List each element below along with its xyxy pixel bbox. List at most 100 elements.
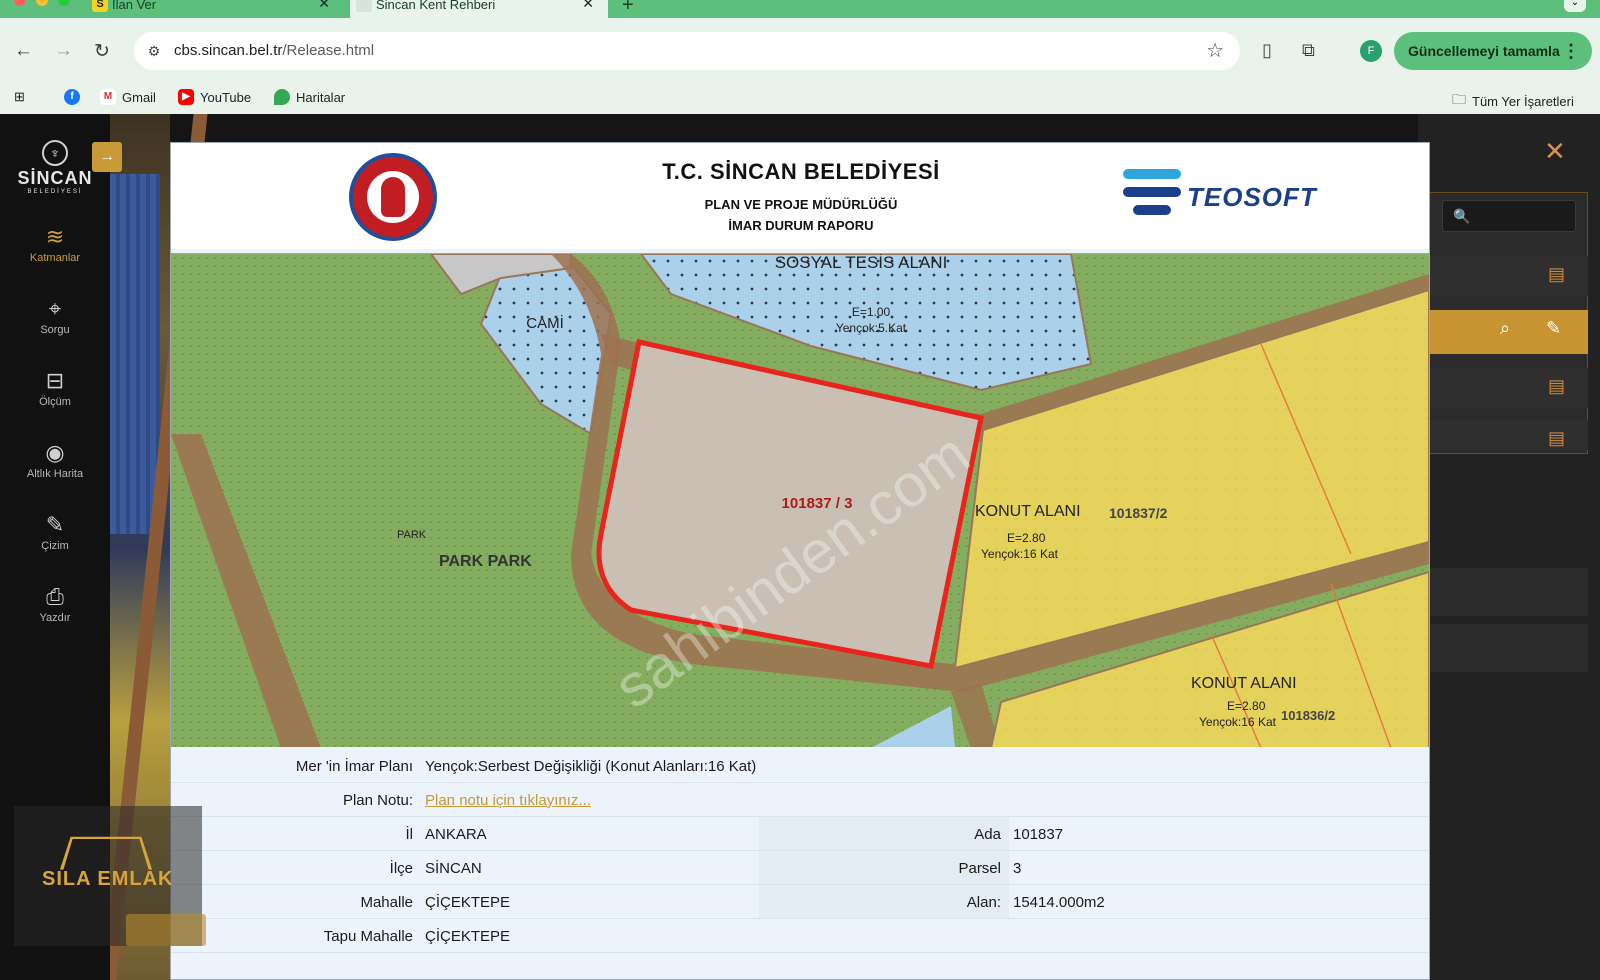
close-tab-icon[interactable]: ✕ xyxy=(318,0,330,10)
close-tab-icon[interactable]: ✕ xyxy=(582,0,594,10)
cell-divider xyxy=(759,817,1009,850)
address-bar[interactable]: ⚙ cbs.sincan.bel.tr/Release.html ☆ xyxy=(134,32,1240,70)
layer-search-input[interactable]: 🔍 xyxy=(1442,200,1576,232)
bookmark-youtube[interactable]: ▶ YouTube xyxy=(178,89,251,105)
info-key: Mer 'in İmar Planı xyxy=(295,758,413,775)
tab-sincan-kent-rehberi[interactable]: Sincan Kent Rehberi ✕ xyxy=(350,0,608,18)
table-row: Mer 'in İmar Planı Yençok:Serbest Değişi… xyxy=(171,749,1429,783)
map-label-konut2-h: Yençok:16 Kat xyxy=(1199,715,1277,729)
globe-favicon-icon xyxy=(356,0,372,12)
zoom-search-icon[interactable]: ⌕ xyxy=(1500,318,1510,339)
tab-search-chevron-icon[interactable]: ⌄ xyxy=(1564,0,1586,12)
map-label-konut1-e: E=2.80 xyxy=(1007,531,1046,545)
layer-table-icon[interactable]: ▤ xyxy=(1548,376,1565,397)
browser-toolbar: ← → ↻ ⚙ cbs.sincan.bel.tr/Release.html ☆… xyxy=(0,18,1600,114)
bookmark-star-icon[interactable]: ☆ xyxy=(1206,38,1224,63)
update-button[interactable]: Güncellemeyi tamamla ⋮ xyxy=(1394,32,1592,70)
seal-inner xyxy=(367,171,419,223)
panel-block xyxy=(1418,624,1588,672)
map-label-social-h: Yençok:5.Kat xyxy=(836,321,907,335)
hidden-action-button[interactable] xyxy=(126,914,206,946)
back-arrow-icon[interactable]: ← xyxy=(14,40,33,62)
tab-bar: S İlan Ver ✕ Sincan Kent Rehberi ✕ + ⌄ xyxy=(0,0,1600,18)
map-area-blue xyxy=(110,174,160,534)
bookmark-facebook[interactable]: f xyxy=(64,89,80,105)
parcel-info-table: Mer 'in İmar Planı Yençok:Serbest Değişi… xyxy=(171,749,1429,953)
maps-pin-icon xyxy=(274,89,290,105)
zoom-window-button[interactable] xyxy=(58,0,70,6)
report-title-block: T.C. SİNCAN BELEDİYESİ PLAN VE PROJE MÜD… xyxy=(641,159,961,233)
sidebar-item-altlik-harita[interactable]: ◉ Altlık Harita xyxy=(14,438,96,480)
apps-grid-icon[interactable]: ⊞ xyxy=(14,89,25,105)
bookmark-label: Gmail xyxy=(122,89,156,105)
expand-arrow-button[interactable]: → xyxy=(92,142,122,172)
info-value: ÇİÇEKTEPE xyxy=(425,894,511,911)
close-window-button[interactable] xyxy=(14,0,26,6)
tab-label: Sincan Kent Rehberi xyxy=(376,0,496,12)
extensions-puzzle-icon[interactable]: ⧉ xyxy=(1302,40,1315,61)
close-icon[interactable]: ✕ xyxy=(1544,136,1566,167)
table-row: Tapu Mahalle ÇİÇEKTEPE xyxy=(171,919,1429,953)
info-value: 3 xyxy=(1013,860,1022,877)
table-row: İl ANKARA Ada 101837 xyxy=(171,817,1429,851)
sidebar-item-sorgu[interactable]: ⌖ Sorgu xyxy=(14,294,96,336)
info-key: Alan: xyxy=(966,894,1001,911)
info-value: Yençok:Serbest Değişikliği (Konut Alanla… xyxy=(425,758,757,775)
house-roof-icon xyxy=(59,836,153,870)
map-pin-icon: ⌖ xyxy=(48,296,62,321)
teosoft-wordmark: TEOSOFT xyxy=(1187,181,1317,212)
sidebar-item-cizim[interactable]: ✎ Çizim xyxy=(14,510,96,552)
update-label: Güncellemeyi tamamla xyxy=(1408,43,1560,59)
tab-ilan-ver[interactable]: S İlan Ver ✕ xyxy=(86,0,344,18)
plan-note-link[interactable]: Plan notu için tıklayınız... xyxy=(425,792,591,809)
profile-avatar[interactable]: F xyxy=(1360,40,1382,62)
table-row: Plan Notu: Plan notu için tıklayınız... xyxy=(171,783,1429,817)
map-label-konut1-h: Yençok:16 Kat xyxy=(981,547,1059,561)
all-bookmarks-label: Tüm Yer İşaretleri xyxy=(1472,93,1574,109)
all-bookmarks-folder[interactable]: 🗀 Tüm Yer İşaretleri xyxy=(1452,89,1574,113)
pencil-icon: ✎ xyxy=(45,512,65,537)
info-key: İlçe xyxy=(389,860,413,877)
info-key: Plan Notu: xyxy=(342,792,413,809)
info-value: SİNCAN xyxy=(425,860,482,877)
sidebar-item-olcum[interactable]: ⊟ Ölçüm xyxy=(14,366,96,408)
map-label-park: PARK PARK xyxy=(439,553,532,570)
bookmark-label: YouTube xyxy=(200,89,252,105)
printer-icon: ⎙ xyxy=(46,584,64,609)
layers-icon: ≋ xyxy=(45,224,65,249)
imar-durum-report: T.C. SİNCAN BELEDİYESİ PLAN VE PROJE MÜD… xyxy=(170,142,1430,980)
new-tab-plus-icon[interactable]: + xyxy=(622,0,634,17)
layer-table-icon[interactable]: ▤ xyxy=(1548,428,1565,449)
teosoft-mark-icon xyxy=(1123,169,1181,225)
edit-pencil-icon[interactable]: ✎ xyxy=(1546,318,1561,339)
map-label-konut2: KONUT ALANI xyxy=(1191,675,1297,692)
site-settings-icon[interactable]: ⚙ xyxy=(144,41,164,61)
folder-icon: 🗀 xyxy=(1452,91,1466,107)
facebook-icon: f xyxy=(64,89,80,105)
forward-arrow-icon[interactable]: → xyxy=(54,40,73,62)
info-value: ÇİÇEKTEPE xyxy=(425,928,511,945)
panel-block xyxy=(1418,568,1588,616)
map-label-park-small: PARK xyxy=(397,529,427,541)
gis-app: ♆ SİNCAN BELEDİYESİ ≋ Katmanlar ⌖ Sorgu … xyxy=(0,114,1600,980)
bookmark-label: Haritalar xyxy=(296,89,346,105)
report-title: T.C. SİNCAN BELEDİYESİ xyxy=(662,159,940,184)
sidebar-item-yazdir[interactable]: ⎙ Yazdır xyxy=(14,582,96,624)
sidebar-item-katmanlar[interactable]: ≋ Katmanlar xyxy=(14,222,96,264)
sincan-logo: ♆ SİNCAN BELEDİYESİ xyxy=(16,140,94,195)
watermark-brand: SILA EMLAK xyxy=(42,868,174,890)
bookmark-gmail[interactable]: M Gmail xyxy=(100,89,156,105)
reading-mode-icon[interactable]: ▯ xyxy=(1262,40,1272,61)
zoning-map[interactable]: SOSYAL TESİS ALANI E=1.00 Yençok:5.Kat C… xyxy=(171,253,1429,747)
map-label-konut1: KONUT ALANI xyxy=(975,503,1081,520)
minimize-window-button[interactable] xyxy=(36,0,48,6)
youtube-icon: ▶ xyxy=(178,89,194,105)
bookmark-maps[interactable]: Haritalar xyxy=(274,89,345,105)
more-menu-icon[interactable]: ⋮ xyxy=(1562,32,1580,70)
bookmarks-bar: ⊞ f M Gmail ▶ YouTube Haritalar 🗀 Tüm Yer İ… xyxy=(0,84,1600,112)
sincan-emblem-icon: ♆ xyxy=(42,140,68,166)
layer-table-icon[interactable]: ▤ xyxy=(1548,264,1565,285)
sahibinden-favicon-icon: S xyxy=(92,0,108,12)
reload-icon[interactable]: ↻ xyxy=(94,40,110,63)
gmail-icon: M xyxy=(100,89,116,105)
